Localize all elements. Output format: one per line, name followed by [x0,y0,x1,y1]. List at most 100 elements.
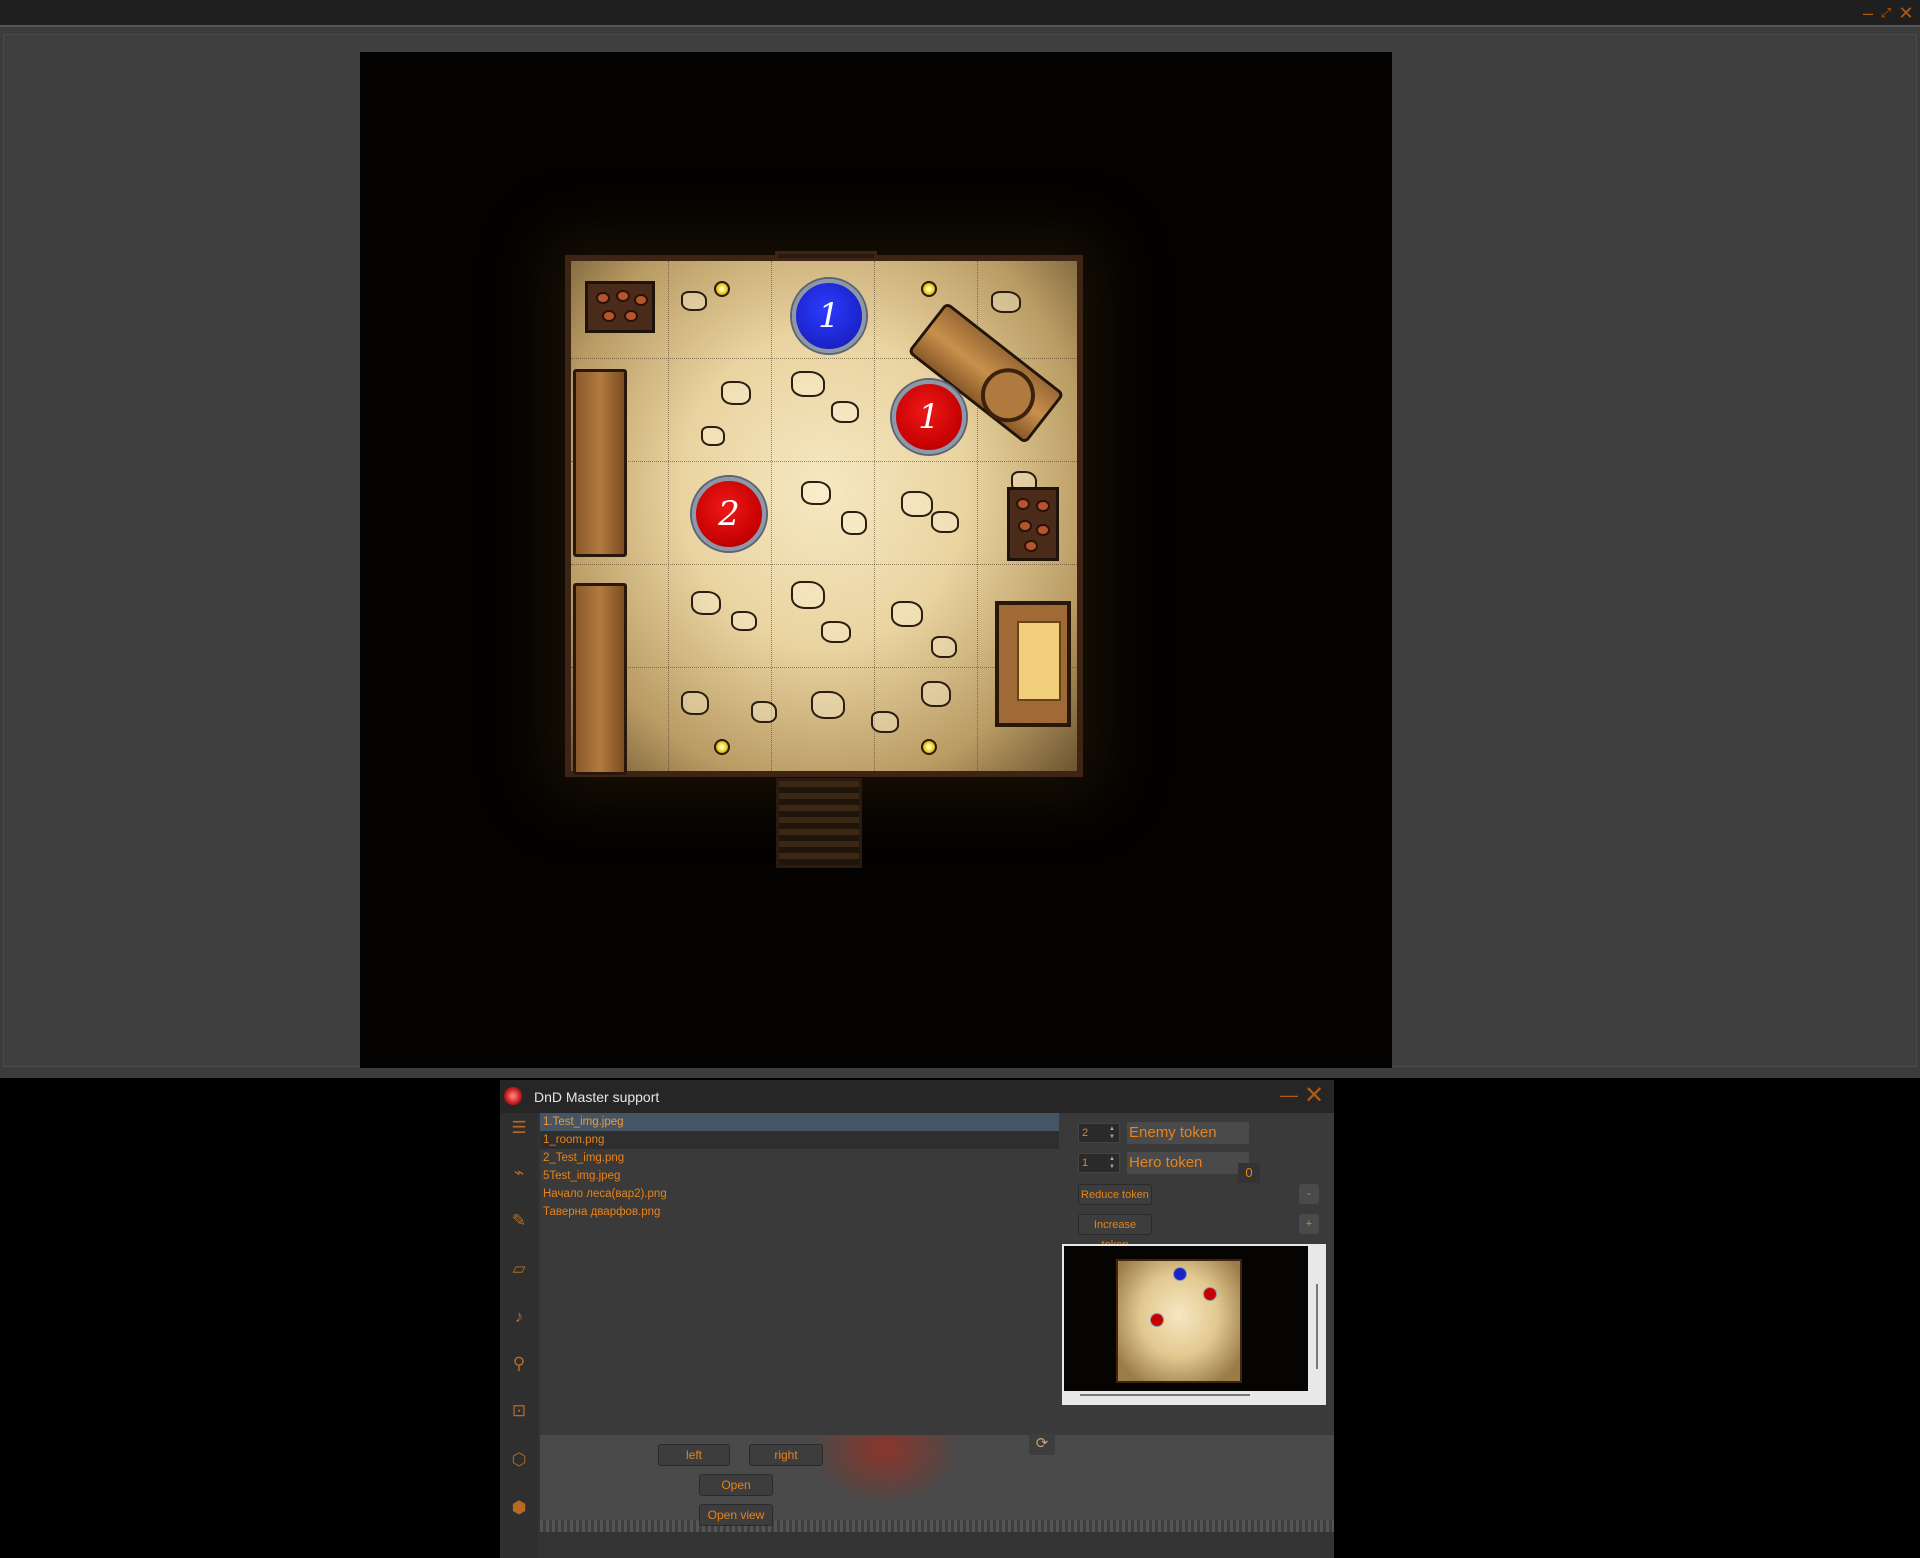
torch-icon [921,281,937,297]
magic-wand-icon[interactable]: ⚲ [508,1353,530,1375]
grass-decoration [540,1520,1334,1532]
floor-stone [991,291,1021,313]
floor-stone [791,581,825,609]
floor-stone [701,426,725,446]
dice-icon[interactable]: ⬡ [508,1449,530,1471]
enemy-token[interactable]: 1 [892,380,966,454]
restore-icon[interactable]: ⤢ [1876,3,1896,23]
stepper-arrows-icon[interactable]: ▲ ▼ [1109,1155,1117,1171]
floor-stone [681,691,709,715]
grid-line [571,564,1077,565]
hero-token-label: Hero token [1127,1152,1249,1174]
left-button[interactable]: left [658,1444,730,1466]
crate-of-apples [1007,487,1059,561]
battle-map[interactable]: 1 1 2 [360,52,1392,1068]
map-preview-image [1064,1246,1308,1391]
list-item[interactable]: 5Test_img.jpeg [540,1167,1059,1185]
increase-token-button[interactable]: Increase token [1078,1214,1152,1251]
torch-icon [921,739,937,755]
floor-stone [931,511,959,533]
enemy-count-stepper[interactable]: 2 ▲ ▼ [1078,1123,1120,1143]
vertical-scrollbar[interactable] [1316,1284,1318,1369]
torch-icon [714,739,730,755]
hero-token[interactable]: 1 [792,279,866,353]
floor-stone [691,591,721,615]
floor-stone [721,381,751,405]
list-item[interactable]: Начало леса(вар2).png [540,1185,1059,1203]
music-note-icon[interactable]: ♪ [508,1306,530,1328]
floor-stone [891,601,923,627]
file-list[interactable]: 1.Test_img.jpeg 1_room.png 2_Test_img.pn… [540,1113,1059,1435]
floor-stone [681,291,707,311]
d20-icon[interactable]: ⬢ [508,1497,530,1519]
hero-count-value: 1 [1082,1157,1089,1169]
mini-enemy-token [1203,1287,1217,1301]
list-item[interactable]: 1_room.png [540,1131,1059,1149]
floor-stone [811,691,845,719]
token-counter: 0 [1238,1163,1260,1183]
horizontal-scrollbar[interactable] [1080,1394,1250,1396]
window-title: DnD Master support [534,1089,660,1105]
open-view-button[interactable]: Open view [699,1504,773,1526]
floor-stone [901,491,933,517]
floor-stone [821,621,851,643]
wooden-table [995,601,1071,727]
map-viewer-window: – ⤢ ✕ 1 1 2 [0,0,1920,1078]
minus-button[interactable]: - [1299,1184,1319,1204]
floor-stone [801,481,831,505]
floor-stone [931,636,957,658]
minimize-icon[interactable]: — [1278,1086,1300,1106]
list-item[interactable]: 2_Test_img.png [540,1149,1059,1167]
reduce-token-button[interactable]: Reduce token [1078,1184,1152,1205]
floor-stone [731,611,757,631]
grid-line [571,461,1077,462]
refresh-icon[interactable]: ⟳ [1029,1433,1055,1455]
window-titlebar: DnD Master support — ✕ [500,1080,1334,1113]
torch-icon [714,281,730,297]
enemy-token[interactable]: 2 [692,477,766,551]
dnd-master-support-window: DnD Master support — ✕ ☰ ⌁ ✎ ▱ ♪ ⚲ ⊡ ⬡ ⬢… [500,1080,1334,1558]
open-button[interactable]: Open [699,1474,773,1496]
wooden-bench [573,369,627,557]
right-button[interactable]: right [749,1444,823,1466]
side-toolbar: ☰ ⌁ ✎ ▱ ♪ ⚲ ⊡ ⬡ ⬢ [500,1113,538,1558]
enemy-count-value: 2 [1082,1127,1089,1139]
crate-of-apples [585,281,655,333]
close-icon[interactable]: ✕ [1302,1084,1326,1108]
dragon-background [810,1435,960,1505]
ruler-icon[interactable]: ✎ [508,1210,530,1232]
token-number: 1 [918,397,940,437]
hero-count-stepper[interactable]: 1 ▲ ▼ [1078,1153,1120,1173]
floor-stone [871,711,899,733]
pulse-icon[interactable]: ⌁ [508,1162,530,1184]
token-number: 1 [818,296,840,336]
north-door [775,251,877,261]
floor-stone [921,681,951,707]
mini-hero-token [1173,1267,1187,1281]
close-icon[interactable]: ✕ [1896,3,1916,23]
wooden-bench [573,583,627,775]
floor-stone [791,371,825,397]
list-item[interactable]: 1.Test_img.jpeg [540,1113,1059,1131]
viewer-titlebar: – ⤢ ✕ [0,0,1920,27]
room-floor: 1 1 2 [565,255,1083,777]
south-stairs [776,778,862,868]
floor-stone [841,511,867,535]
mini-enemy-token [1150,1313,1164,1327]
token-number: 2 [718,494,740,534]
floor-stone [831,401,859,423]
list-icon[interactable]: ☰ [508,1117,530,1139]
floor-stone [751,701,777,723]
grid-line [668,261,669,771]
map-preview[interactable] [1062,1244,1326,1405]
minimize-icon[interactable]: – [1858,3,1878,23]
stepper-arrows-icon[interactable]: ▲ ▼ [1109,1125,1117,1141]
plus-button[interactable]: + [1299,1214,1319,1234]
scroll-icon[interactable]: ▱ [508,1258,530,1280]
d20-dice-icon [504,1087,522,1105]
grid-line [771,261,772,771]
grid-line [874,261,875,771]
list-item[interactable]: Таверна дварфов.png [540,1203,1059,1221]
enemy-token-label: Enemy token [1127,1122,1249,1144]
edit-icon[interactable]: ⊡ [508,1400,530,1422]
